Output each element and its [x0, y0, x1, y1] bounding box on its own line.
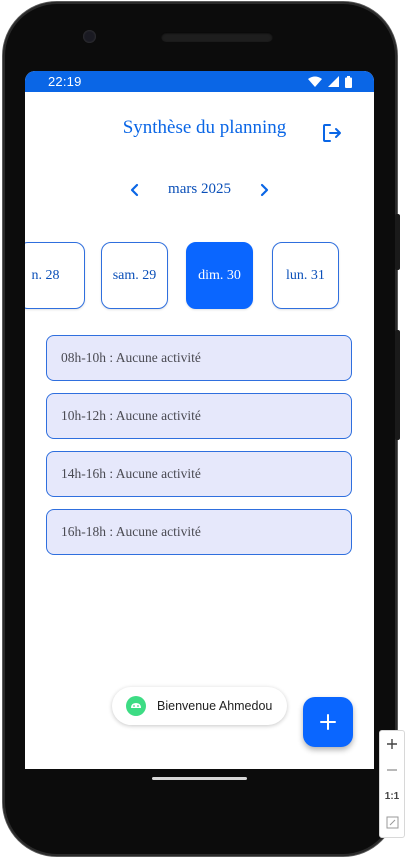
- day-chip[interactable]: n. 28: [25, 242, 85, 309]
- add-button[interactable]: [303, 697, 353, 747]
- day-selector: n. 28 sam. 29 dim. 30 lun. 31: [25, 242, 374, 312]
- day-chip-label: n. 28: [31, 267, 60, 283]
- zoom-in-button[interactable]: [380, 731, 404, 757]
- minus-icon: [387, 769, 397, 771]
- wifi-icon: [308, 76, 322, 87]
- status-time: 22:19: [48, 74, 82, 89]
- time-slot[interactable]: 10h-12h : Aucune activité: [46, 393, 352, 439]
- time-slot[interactable]: 08h-10h : Aucune activité: [46, 335, 352, 381]
- time-slot-label: 08h-10h : Aucune activité: [61, 350, 201, 365]
- time-slot-label: 10h-12h : Aucune activité: [61, 408, 201, 423]
- time-slot[interactable]: 16h-18h : Aucune activité: [46, 509, 352, 555]
- month-navigation: mars 2025: [25, 179, 374, 201]
- home-indicator[interactable]: [152, 777, 247, 780]
- day-chip-label: dim. 30: [198, 267, 241, 283]
- zoom-reset-button[interactable]: 1:1: [380, 783, 404, 809]
- plus-icon: [387, 739, 397, 749]
- toast-message: Bienvenue Ahmedou: [112, 687, 287, 725]
- front-camera: [83, 30, 96, 43]
- volume-button[interactable]: [395, 330, 400, 440]
- time-slot-label: 14h-16h : Aucune activité: [61, 466, 201, 481]
- page-title-text: Synthèse du planning: [122, 117, 287, 138]
- app-screen: 22:19 Synthèse du planning mars 2025 n. …: [25, 71, 374, 769]
- day-chip[interactable]: lun. 31: [272, 242, 339, 309]
- status-icons: [308, 75, 352, 88]
- month-label: mars 2025: [168, 181, 231, 197]
- time-slot-label: 16h-18h : Aucune activité: [61, 524, 201, 539]
- zoom-out-button[interactable]: [380, 757, 404, 783]
- android-icon: [126, 696, 146, 716]
- toast-text: Bienvenue Ahmedou: [157, 699, 273, 713]
- logout-icon[interactable]: [321, 122, 343, 144]
- day-chip-selected[interactable]: dim. 30: [186, 242, 253, 309]
- plus-icon: [320, 714, 336, 730]
- status-bar: 22:19: [25, 71, 374, 92]
- battery-icon: [345, 75, 352, 88]
- cell-signal-icon: [328, 76, 339, 87]
- chevron-right-icon[interactable]: [257, 181, 273, 199]
- earpiece-speaker: [161, 32, 273, 42]
- day-chip-label: sam. 29: [112, 267, 157, 283]
- time-slot[interactable]: 14h-16h : Aucune activité: [46, 451, 352, 497]
- fit-screen-icon: [386, 816, 398, 828]
- emulator-zoom-controls: 1:1: [379, 730, 405, 838]
- power-button[interactable]: [395, 214, 400, 270]
- fit-screen-button[interactable]: [380, 809, 404, 835]
- day-chip-label: lun. 31: [286, 267, 325, 283]
- day-chip[interactable]: sam. 29: [101, 242, 168, 309]
